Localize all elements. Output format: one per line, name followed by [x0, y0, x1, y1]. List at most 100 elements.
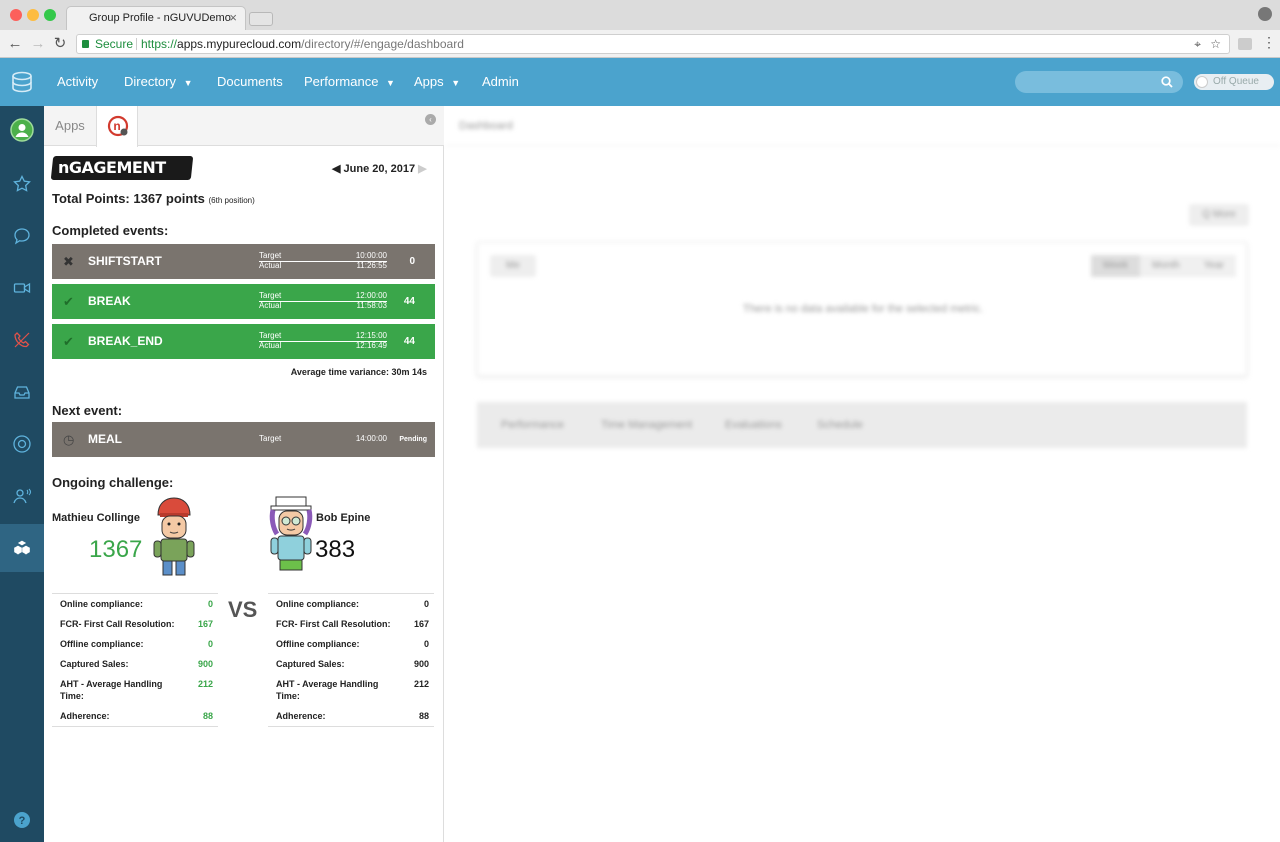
tab-time-management[interactable]: Time Management [601, 402, 692, 448]
tab-title: Group Profile - nGUVUDemo [89, 12, 231, 24]
empty-message: There is no data available for the selec… [742, 303, 984, 315]
apps-cubes-icon[interactable] [0, 524, 44, 572]
close-window-button[interactable] [10, 9, 22, 21]
forward-icon[interactable]: → [29, 34, 47, 54]
checkmark-icon: ✔ [63, 294, 74, 309]
help-icon[interactable]: ? [0, 800, 44, 840]
stat-row: Online compliance: 0 [60, 599, 213, 609]
event-row-break-end[interactable]: ✔ BREAK_END Target 12:15:00 Actual 12:16:4… [52, 324, 435, 359]
player2-name: Bob Epine [316, 512, 371, 524]
reload-icon[interactable]: ↻ [51, 34, 69, 54]
queue-status-toggle[interactable]: Off Queue [1194, 74, 1274, 90]
tab-week[interactable]: Week [1090, 255, 1140, 277]
tab-apps[interactable]: Apps [44, 106, 96, 146]
next-day-icon[interactable]: ▶ [418, 163, 426, 175]
bottom-tabs: Performance Time Management Evaluations … [477, 402, 1247, 448]
zoom-window-button[interactable] [44, 9, 56, 21]
current-date: June 20, 2017 [343, 163, 416, 175]
contacts-icon[interactable] [0, 476, 44, 516]
nav-admin[interactable]: Admin [482, 58, 519, 106]
stat-row: Offline compliance: 0 [60, 639, 213, 649]
queue-status-label: Off Queue [1213, 76, 1259, 87]
tab-ngagement[interactable]: n [96, 106, 138, 147]
address-bar[interactable]: Secure https://apps.mypurecloud.com/dire… [76, 34, 1230, 54]
menu-kebab-icon[interactable]: ⋮ [1262, 34, 1276, 51]
event-row-meal[interactable]: ◷ MEAL Target 14:00:00 Pending [52, 422, 435, 457]
svg-text:?: ? [19, 815, 26, 827]
minimize-window-button[interactable] [27, 9, 39, 21]
tab-strip: Group Profile - nGUVUDemo × [0, 0, 1280, 30]
tab-schedule[interactable]: Schedule [817, 402, 863, 448]
event-times: Target 14:00:00 [259, 434, 387, 443]
next-event-heading: Next event: [52, 403, 123, 418]
side-rail: ? [0, 106, 44, 842]
stat-row: Captured Sales: 900 [60, 659, 213, 669]
filter-dropdown[interactable]: Me [490, 255, 536, 277]
tab-month[interactable]: Month [1140, 255, 1192, 277]
inbox-icon[interactable] [0, 372, 44, 412]
versus-label: VS [228, 597, 258, 622]
profile-avatar-icon[interactable] [0, 110, 44, 150]
clock-icon: ◷ [63, 432, 75, 447]
bookmark-star-icon[interactable]: ☆ [1210, 35, 1221, 53]
stat-row: Captured Sales: 900 [276, 659, 429, 669]
search-icon [1161, 76, 1173, 88]
player1-stats: Online compliance: 0 FCR- First Call Reso… [52, 593, 218, 727]
period-tabs: Week Month Year [1090, 255, 1236, 277]
player2-stats: Online compliance: 0 FCR- First Call Reso… [268, 593, 434, 727]
more-button[interactable]: Q More [1189, 204, 1249, 226]
new-tab-button[interactable] [249, 12, 273, 26]
location-icon[interactable]: ⌖ [1194, 35, 1201, 53]
nav-documents[interactable]: Documents [217, 58, 283, 106]
event-points: 44 [403, 296, 415, 307]
secure-label: Secure [95, 37, 134, 51]
player2-avatar-icon [269, 496, 313, 571]
close-icon: ✖ [63, 254, 74, 269]
global-search-input[interactable] [1015, 71, 1183, 93]
tab-evaluations[interactable]: Evaluations [725, 402, 782, 448]
back-icon[interactable]: ← [6, 34, 24, 54]
stat-row: Adherence: 88 [276, 711, 429, 721]
event-points: 0 [409, 256, 415, 267]
url-scheme: https:// [141, 37, 178, 51]
stat-row: AHT - Average Handling Time: 212 [60, 679, 213, 701]
extension-icon[interactable] [1238, 38, 1252, 50]
purecloud-logo-icon[interactable] [11, 71, 33, 93]
event-row-break[interactable]: ✔ BREAK Target 12:00:00 Actual 11:58:03 44 [52, 284, 435, 319]
phone-icon[interactable] [0, 320, 44, 360]
event-times: Target 12:15:00 Actual 12:16:49 [259, 331, 387, 350]
panel-tabs: Apps n ‹ [44, 106, 444, 147]
chevron-down-icon: ▼ [386, 78, 395, 88]
url-path: /directory/#/engage/dashboard [301, 37, 464, 51]
browser-tab[interactable]: Group Profile - nGUVUDemo × [66, 6, 246, 30]
ngagement-app-icon: n [107, 115, 129, 137]
tab-performance[interactable]: Performance [501, 402, 564, 448]
star-icon[interactable] [0, 164, 44, 204]
prev-day-icon[interactable]: ◀ [332, 163, 340, 175]
tab-close-icon[interactable]: × [229, 7, 237, 29]
leaderboard-position: (6th position) [208, 196, 255, 205]
browser-profile-icon[interactable] [1258, 7, 1272, 21]
ngagement-logo: nGAGEMENT [50, 156, 194, 180]
nav-activity[interactable]: Activity [57, 58, 98, 106]
metric-card: Me Week Month Year There is no data avai… [477, 242, 1247, 376]
ongoing-challenge-heading: Ongoing challenge: [52, 475, 174, 490]
stat-row: AHT - Average Handling Time: 212 [276, 679, 429, 701]
lifebuoy-icon[interactable] [0, 424, 44, 464]
event-status: Pending [399, 436, 427, 443]
nav-directory[interactable]: Directory ▼ [124, 58, 193, 106]
nav-performance[interactable]: Performance ▼ [304, 58, 395, 106]
tab-year[interactable]: Year [1192, 255, 1236, 277]
nav-apps[interactable]: Apps ▼ [414, 58, 460, 106]
chat-icon[interactable] [0, 216, 44, 256]
video-icon[interactable] [0, 268, 44, 308]
event-row-shiftstart[interactable]: ✖ SHIFTSTART Target 10:00:00 Actual 11:26:… [52, 244, 435, 279]
player2-score: 383 [315, 536, 356, 563]
ngagement-panel: Apps n ‹ nGAGEMENT ◀ June 20, 2017 ▶ Tot… [44, 106, 444, 842]
svg-text:n: n [113, 119, 120, 133]
chevron-down-icon: ▼ [183, 78, 193, 88]
collapse-panel-icon[interactable]: ‹ [425, 114, 436, 125]
chevron-down-icon: ▼ [451, 78, 461, 88]
average-time-variance: Average time variance: 30m 14s [290, 367, 427, 377]
dashboard-area: Dashboard Q More Me Week Month Year Ther… [445, 106, 1280, 842]
